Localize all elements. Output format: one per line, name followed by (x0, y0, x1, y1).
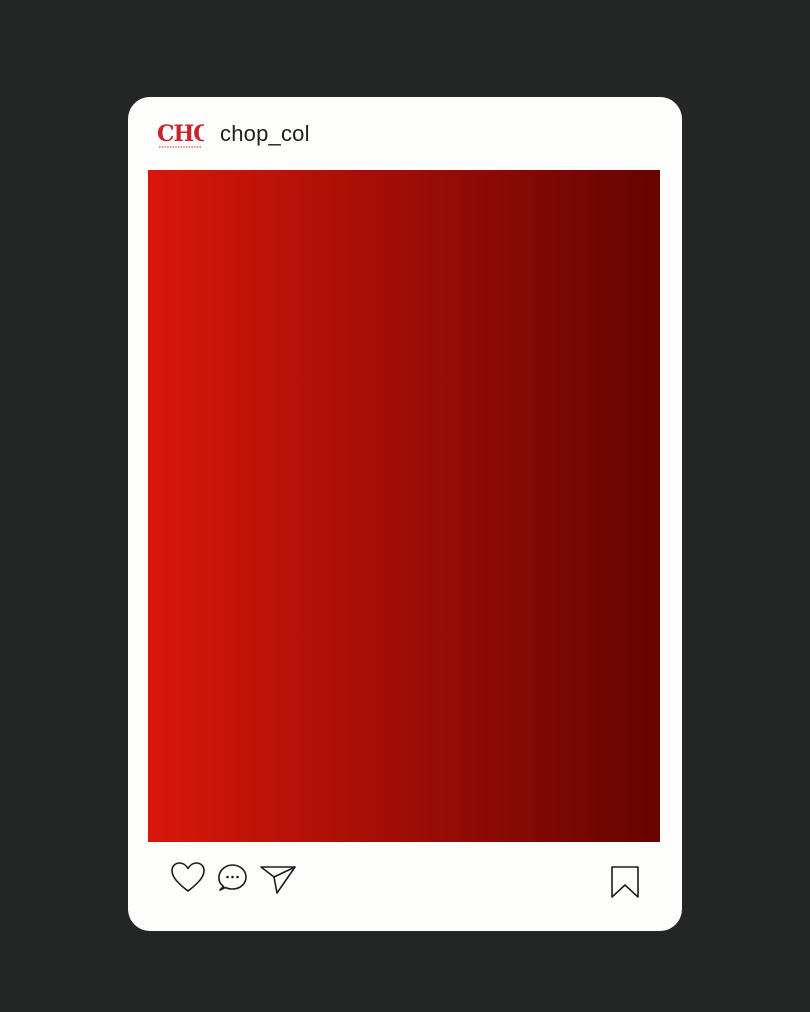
post-card: CHOP chop_col (128, 97, 682, 931)
paper-plane-icon (260, 866, 296, 894)
post-header: CHOP chop_col (128, 97, 682, 169)
like-button[interactable] (170, 861, 206, 895)
save-button[interactable] (610, 865, 640, 899)
action-bar (128, 857, 682, 907)
username[interactable]: chop_col (220, 121, 310, 147)
speech-bubble-icon (218, 864, 247, 891)
comment-button[interactable] (217, 862, 249, 894)
share-button[interactable] (259, 863, 297, 895)
heart-icon (171, 862, 205, 892)
bookmark-icon (611, 866, 639, 898)
chop-logo-icon: CHOP (157, 121, 204, 148)
post-image[interactable] (148, 170, 660, 842)
profile-logo[interactable]: CHOP (156, 119, 204, 153)
svg-text:CHOP: CHOP (157, 121, 204, 147)
background-canvas: CHOP chop_col (0, 0, 810, 1012)
